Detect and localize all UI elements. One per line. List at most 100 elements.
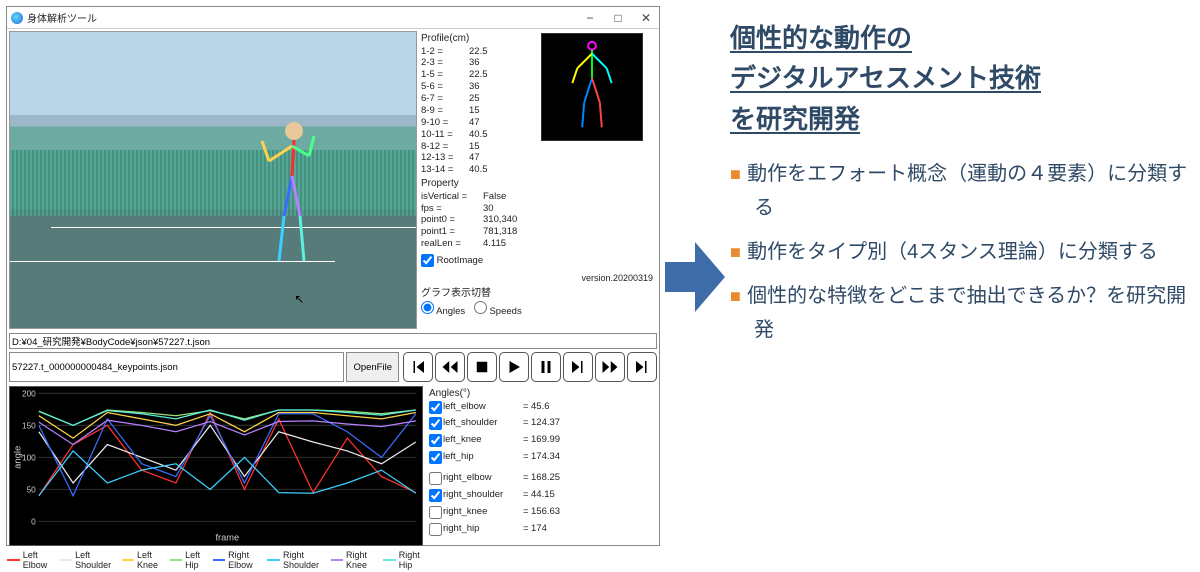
angle-chart: 0 50 100 150 200 angle frame: [9, 386, 423, 546]
svg-text:100: 100: [22, 452, 36, 462]
legend-item: Left Shoulder: [59, 550, 116, 570]
series-checkbox[interactable]: [429, 401, 442, 414]
profile-key: 13-14 =: [421, 164, 469, 176]
maximize-button[interactable]: □: [609, 11, 627, 25]
video-scene-court: [10, 216, 416, 328]
profile-val: 36: [469, 57, 480, 69]
fast-fwd-button[interactable]: [595, 352, 625, 382]
file-path-top[interactable]: [9, 333, 657, 349]
app-window: 身体解析ツール − □ ✕: [6, 6, 660, 546]
legend-item: Right Elbow: [213, 550, 262, 570]
profile-key: 8-9 =: [421, 105, 469, 117]
series-key: right_knee: [443, 506, 523, 523]
profile-val: 40.5: [469, 129, 488, 141]
profile-key: 8-12 =: [421, 141, 469, 153]
headline-line3: を研究開発: [730, 104, 860, 134]
series-checkbox[interactable]: [429, 506, 442, 519]
profile-header: Profile(cm): [421, 33, 541, 46]
minimize-button[interactable]: −: [581, 11, 599, 25]
series-checkbox[interactable]: [429, 472, 442, 485]
legend-item: Right Knee: [331, 550, 377, 570]
skip-back-button[interactable]: [403, 352, 433, 382]
bullet-item: 動作をタイプ別（4スタンス理論）に分類する: [730, 235, 1190, 269]
step-fwd-button[interactable]: [563, 352, 593, 382]
svg-text:angle: angle: [12, 446, 22, 469]
series-val: 44.15: [531, 489, 555, 506]
series-val: 45.6: [531, 401, 550, 418]
svg-text:150: 150: [22, 420, 36, 430]
profile-val: 40.5: [469, 164, 488, 176]
series-val: 156.63: [531, 506, 560, 523]
rewind-button[interactable]: [435, 352, 465, 382]
speeds-radio[interactable]: Speeds: [474, 306, 522, 317]
legend-item: Left Elbow: [7, 550, 53, 570]
video-pane[interactable]: ↖: [9, 31, 417, 329]
profile-val: 22.5: [469, 69, 488, 81]
series-checkbox[interactable]: [429, 417, 442, 430]
series-val: 174: [531, 523, 547, 540]
rootimage-checkbox[interactable]: RootImage: [421, 255, 483, 266]
video-scene-fence: [10, 150, 416, 215]
profile-key: 1-2 =: [421, 46, 469, 58]
svg-text:50: 50: [27, 484, 37, 494]
openfile-button[interactable]: OpenFile: [346, 352, 399, 382]
profile-key: 5-6 =: [421, 81, 469, 93]
series-checkbox[interactable]: [429, 523, 442, 536]
bullet-item: 動作をエフォート概念（運動の４要素）に分類する: [730, 157, 1190, 225]
prop-key: realLen =: [421, 238, 483, 250]
headline-panel: 個性的な動作の デジタルアセスメント技術 を研究開発 動作をエフォート概念（運動…: [730, 0, 1200, 554]
window-title: 身体解析ツール: [27, 10, 581, 25]
arrow-icon: [660, 0, 730, 554]
series-val: 169.99: [531, 434, 560, 451]
profile-key: 2-3 =: [421, 57, 469, 69]
skip-fwd-button[interactable]: [627, 352, 657, 382]
svg-text:200: 200: [22, 388, 36, 398]
prop-key: point0 =: [421, 214, 483, 226]
legend-item: Left Hip: [170, 550, 207, 570]
property-header: Property: [421, 178, 655, 191]
profile-key: 1-5 =: [421, 69, 469, 81]
prop-key: isVertical =: [421, 191, 483, 203]
profile-val: 22.5: [469, 46, 488, 58]
series-val: 168.25: [531, 472, 560, 489]
series-val: 124.37: [531, 417, 560, 434]
prop-val: 4.115: [483, 238, 506, 250]
rootimage-input[interactable]: [421, 254, 434, 267]
profile-val: 47: [469, 152, 480, 164]
prop-val: 30: [483, 203, 494, 215]
legend-item: Right Hip: [383, 550, 425, 570]
titlebar: 身体解析ツール − □ ✕: [7, 7, 659, 29]
profile-key: 9-10 =: [421, 117, 469, 129]
angles-header: Angles(°): [429, 388, 655, 401]
readout-panel: Angles(°) left_elbow=45.6left_shoulder=1…: [425, 384, 659, 545]
side-panel: Profile(cm) 1-2 =22.52-3 =361-5 =22.55-6…: [417, 29, 659, 332]
series-key: right_hip: [443, 523, 523, 540]
pose-overlay: [254, 121, 324, 291]
play-button[interactable]: [499, 352, 529, 382]
stop-button[interactable]: [467, 352, 497, 382]
series-checkbox[interactable]: [429, 434, 442, 447]
profile-val: 47: [469, 117, 480, 129]
series-key: right_shoulder: [443, 489, 523, 506]
file-path-bottom[interactable]: [9, 352, 344, 382]
svg-text:0: 0: [31, 516, 36, 526]
profile-val: 36: [469, 81, 480, 93]
pause-button[interactable]: [531, 352, 561, 382]
profile-key: 12-13 =: [421, 152, 469, 164]
bullet-item: 個性的な特徴をどこまで抽出できるか？を研究開発: [730, 279, 1190, 347]
close-button[interactable]: ✕: [637, 11, 655, 25]
cursor-icon: ↖: [294, 292, 304, 306]
series-key: left_shoulder: [443, 417, 523, 434]
series-checkbox[interactable]: [429, 489, 442, 502]
legend-item: Left Knee: [122, 550, 164, 570]
series-checkbox[interactable]: [429, 451, 442, 464]
svg-text:frame: frame: [215, 532, 239, 542]
graph-toggle-header: グラフ表示切替: [421, 288, 655, 301]
legend-item: Right Shoulder: [267, 550, 324, 570]
series-key: left_elbow: [443, 401, 523, 418]
app-icon: [11, 12, 23, 24]
series-val: 174.34: [531, 451, 560, 468]
prop-val: 310,340: [483, 214, 517, 226]
profile-val: 15: [469, 105, 480, 117]
angles-radio[interactable]: Angles: [421, 306, 465, 317]
